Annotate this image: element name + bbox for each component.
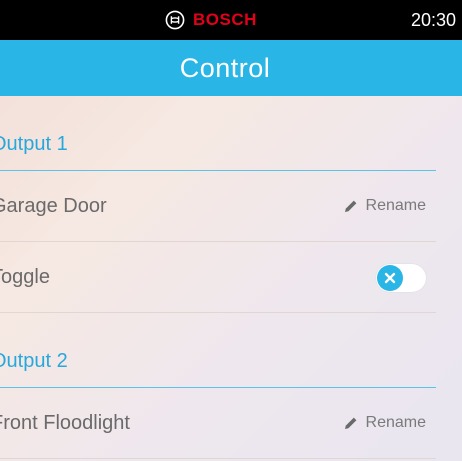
rename-label: Rename bbox=[365, 197, 426, 214]
brand: BOSCH bbox=[165, 0, 257, 40]
list-item-toggle: Toggle bbox=[0, 242, 436, 313]
close-icon bbox=[384, 272, 396, 284]
section-title: Output 2 bbox=[0, 350, 68, 372]
output-list: Output 1 Garage Door Rename Toggle Outpu… bbox=[0, 96, 436, 459]
section-title: Output 1 bbox=[0, 133, 68, 155]
section-header-output-2: Output 2 bbox=[0, 313, 436, 388]
brand-name: BOSCH bbox=[193, 10, 257, 29]
status-bar: BOSCH 20:30 bbox=[0, 0, 462, 40]
rename-label: Rename bbox=[365, 414, 426, 431]
output-name: Garage Door bbox=[0, 195, 107, 217]
clock: 20:30 bbox=[410, 10, 456, 30]
list-item-garage-door: Garage Door Rename bbox=[0, 171, 436, 242]
list-item-front-floodlight: Front Floodlight Rename bbox=[0, 388, 436, 459]
output-name: Front Floodlight bbox=[0, 412, 130, 434]
title-bar: Control bbox=[0, 40, 462, 96]
toggle-label: Toggle bbox=[0, 266, 50, 288]
toggle-knob bbox=[377, 265, 403, 291]
page-title: Control bbox=[179, 52, 271, 83]
pencil-icon bbox=[344, 200, 356, 212]
section-header-output-1: Output 1 bbox=[0, 96, 436, 171]
bosch-logo-icon bbox=[165, 10, 185, 30]
pencil-icon bbox=[344, 417, 356, 429]
rename-button[interactable]: Rename bbox=[344, 171, 426, 241]
rename-button[interactable]: Rename bbox=[344, 388, 426, 458]
output-toggle-switch[interactable] bbox=[376, 264, 426, 292]
